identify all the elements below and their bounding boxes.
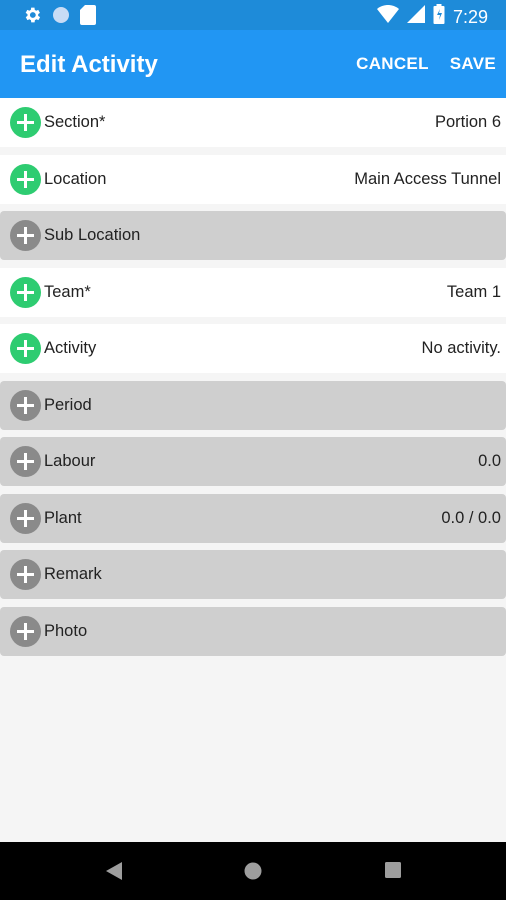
page-title: Edit Activity [20,51,158,78]
section-row[interactable]: Section* Portion 6 [0,98,506,147]
row-label: Labour [44,452,96,470]
location-row[interactable]: Location Main Access Tunnel [0,154,506,204]
add-icon[interactable] [10,446,41,477]
add-icon[interactable] [10,389,41,421]
remark-row[interactable]: Remark [0,550,506,599]
row-label: Plant [44,508,82,527]
sub-location-row[interactable]: Sub Location [0,211,506,260]
add-icon[interactable] [10,163,41,195]
sd-card-icon [80,5,96,30]
row-value: Main Access Tunnel [354,169,501,188]
add-icon[interactable] [10,559,41,590]
row-value: 0.0 / 0.0 [441,508,501,527]
row-label: Period [44,395,92,414]
activity-form: Section* Portion 6 Location Main Access … [0,98,506,663]
activity-row[interactable]: Activity No activity. [0,324,506,373]
labour-row[interactable]: Labour 0.0 [0,437,506,486]
row-label: Location [44,169,107,188]
status-bar: 7:29 [0,0,506,30]
navigation-bar [0,842,506,900]
add-icon[interactable] [10,502,41,534]
row-label: Section* [44,113,106,131]
add-icon[interactable] [10,333,41,364]
circle-icon [52,6,70,29]
plant-row[interactable]: Plant 0.0 / 0.0 [0,493,506,543]
row-label: Team* [44,282,91,301]
row-value: No activity. [421,339,501,357]
row-label: Photo [44,621,88,640]
row-value: Portion 6 [434,113,501,131]
signal-icon [406,5,425,28]
cancel-button[interactable]: CANCEL [356,54,429,74]
save-button[interactable]: SAVE [450,54,496,74]
recents-icon[interactable] [385,862,401,883]
add-icon[interactable] [10,276,41,308]
row-label: Activity [44,339,97,357]
period-row[interactable]: Period [0,380,506,430]
back-icon[interactable] [106,862,122,885]
battery-icon [433,4,445,29]
photo-row[interactable]: Photo [0,606,506,656]
add-icon[interactable] [10,615,41,647]
team-row[interactable]: Team* Team 1 [0,267,506,317]
home-icon[interactable] [244,862,262,885]
gear-icon [22,5,42,30]
row-value: 0.0 [478,452,501,470]
row-value: Team 1 [446,282,501,301]
wifi-icon [376,4,399,28]
add-icon[interactable] [10,220,41,251]
row-label: Sub Location [44,226,141,244]
app-bar: Edit Activity CANCEL SAVE [0,30,506,98]
clock-time: 7:29 [452,6,488,27]
row-label: Remark [44,565,102,583]
add-icon[interactable] [10,107,41,138]
